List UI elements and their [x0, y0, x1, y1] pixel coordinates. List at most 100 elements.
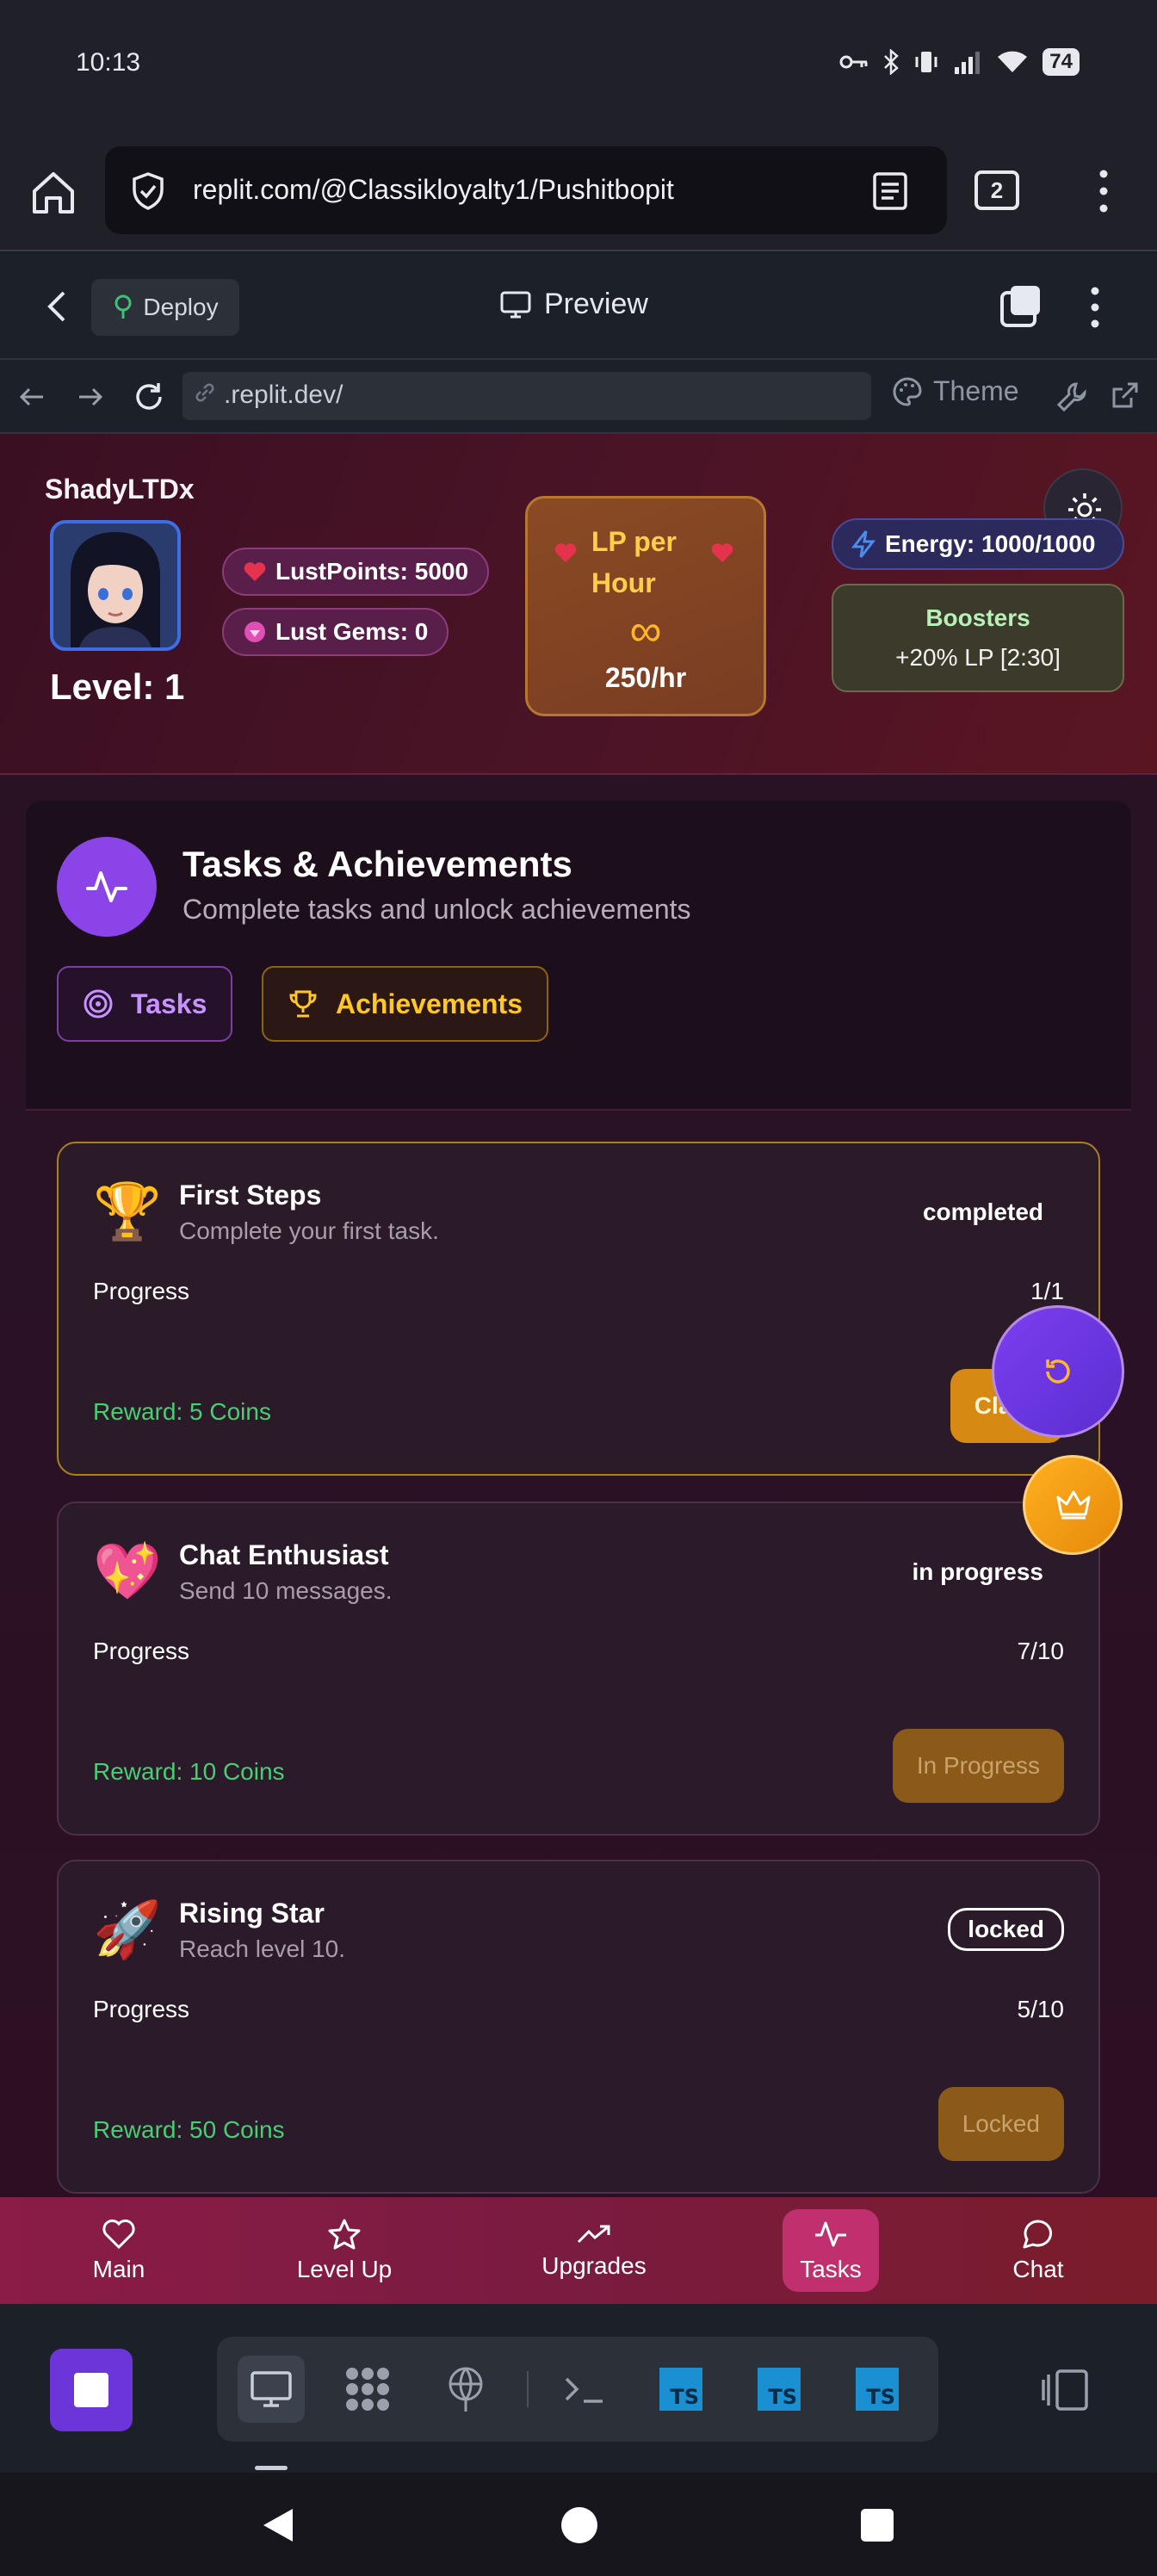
tab-achievements-label: Achievements — [336, 988, 523, 1019]
crown-icon — [1056, 1490, 1091, 1520]
home-icon — [33, 172, 74, 214]
dock-tools: TS TS TS — [217, 2337, 938, 2442]
chat-bubble-icon — [1023, 2220, 1052, 2249]
premium-button[interactable] — [1023, 1455, 1123, 1555]
tab-tasks-label: Tasks — [131, 988, 207, 1019]
lightning-icon — [851, 530, 876, 558]
tasks-panel-header: Tasks & Achievements Complete tasks and … — [26, 801, 1131, 1111]
packages-tool-button[interactable] — [334, 2356, 401, 2423]
panel-toggle-icon[interactable] — [1040, 2368, 1090, 2412]
refresh-icon — [1046, 1359, 1070, 1384]
preview-title: Preview — [499, 288, 648, 321]
lp-infinity: ∞ — [629, 606, 662, 656]
activity-icon — [814, 2221, 846, 2247]
deploy-label: Deploy — [143, 294, 219, 320]
preview-address-input[interactable]: .replit.dev/ — [183, 372, 871, 420]
network-tool-button[interactable] — [432, 2356, 499, 2423]
nav-level-up[interactable]: Level Up — [275, 2197, 413, 2304]
lust-gems-badge: Lust Gems: 0 — [222, 608, 449, 656]
dock-divider — [527, 2371, 529, 2407]
windows-icon[interactable] — [999, 284, 1043, 329]
nav-main[interactable]: Main — [67, 2197, 170, 2304]
task-status: completed — [922, 1198, 1043, 1225]
trending-up-icon — [577, 2225, 610, 2244]
username: ShadyLTDx — [45, 474, 195, 505]
task-reward: Reward: 50 Coins — [93, 2116, 285, 2143]
task-title: Chat Enthusiast — [179, 1539, 389, 1570]
browser-toolbar: replit.com/@Classikloyalty1/Pushitbopit … — [0, 129, 1157, 251]
back-chevron-icon[interactable] — [45, 289, 69, 324]
android-navigation-bar — [0, 2473, 1157, 2576]
avatar-portrait-icon — [53, 523, 177, 647]
lp-per-hour-card: LP per Hour ∞ 250/hr — [525, 496, 766, 716]
typescript-icon: TS — [758, 2368, 801, 2411]
panel-icon-circle — [57, 837, 157, 937]
ts-file-tab[interactable]: TS — [647, 2356, 715, 2423]
trophy-icon: 🏆 — [93, 1180, 162, 1242]
wrench-icon[interactable] — [1055, 381, 1088, 413]
arrow-left-icon[interactable] — [17, 382, 46, 412]
avatar[interactable] — [50, 520, 181, 651]
player-stats-bar: ShadyLTDx Level: 1 LustPoints: 5000 Lust… — [0, 434, 1157, 775]
android-recents-icon[interactable] — [859, 2507, 895, 2543]
status-icons: 74 — [839, 48, 1080, 76]
nav-level-up-label: Level Up — [296, 2256, 393, 2282]
nav-tasks[interactable]: Tasks — [775, 2197, 887, 2304]
home-button[interactable] — [26, 165, 81, 220]
task-reward: Reward: 5 Coins — [93, 1398, 271, 1425]
app-viewport: ShadyLTDx Level: 1 LustPoints: 5000 Lust… — [0, 434, 1157, 2197]
arrow-right-icon[interactable] — [76, 382, 105, 412]
heart-icon — [102, 2219, 135, 2250]
boosters-card[interactable]: Boosters +20% LP [2:30] — [832, 584, 1124, 692]
star-icon — [328, 2219, 361, 2250]
boosters-title: Boosters — [925, 604, 1030, 631]
refresh-button[interactable] — [992, 1305, 1124, 1438]
nav-tasks-pill: Tasks — [783, 2209, 879, 2292]
nav-upgrades[interactable]: Upgrades — [525, 2197, 663, 2304]
stop-button[interactable] — [50, 2349, 133, 2431]
lp-rate: 250/hr — [604, 662, 687, 693]
target-icon — [84, 989, 113, 1019]
bottom-navigation: Main Level Up Upgrades Tasks Chat — [0, 2197, 1157, 2304]
lust-points-value: LustPoints: 5000 — [275, 558, 469, 585]
tab-count-button[interactable]: 2 — [974, 170, 1019, 210]
task-description: Send 10 messages. — [179, 1577, 393, 1604]
lust-points-badge: LustPoints: 5000 — [222, 548, 490, 596]
reload-icon[interactable] — [133, 381, 165, 413]
battery-level: 74 — [1043, 48, 1080, 76]
android-home-icon[interactable] — [560, 2505, 599, 2545]
boosters-detail: +20% LP [2:30] — [895, 644, 1061, 671]
trophy-icon — [289, 990, 317, 1018]
external-link-icon[interactable] — [1109, 381, 1140, 412]
signal-icon — [955, 52, 981, 74]
replit-header: Deploy Preview — [0, 253, 1157, 360]
task-reward: Reward: 10 Coins — [93, 1758, 285, 1785]
ts-file-tab[interactable]: TS — [844, 2356, 911, 2423]
android-back-icon[interactable] — [258, 2505, 298, 2545]
progress-label: Progress — [93, 1996, 190, 2022]
wifi-icon — [998, 51, 1028, 72]
tab-tasks[interactable]: Tasks — [57, 966, 233, 1042]
reader-mode-icon[interactable] — [871, 170, 909, 212]
theme-button[interactable]: Theme — [892, 375, 1019, 407]
deploy-button[interactable]: Deploy — [91, 279, 239, 336]
ts-file-tab[interactable]: TS — [746, 2356, 813, 2423]
task-title: First Steps — [179, 1180, 322, 1211]
heart-icon — [711, 543, 733, 562]
lp-per-hour-title: LP per Hour — [591, 526, 677, 598]
in-progress-button[interactable]: In Progress — [892, 1729, 1064, 1803]
task-card: 💖 Chat Enthusiast Send 10 messages. in p… — [57, 1502, 1100, 1836]
nav-upgrades-label: Upgrades — [541, 2252, 647, 2279]
url-bar[interactable]: replit.com/@Classikloyalty1/Pushitbopit — [105, 146, 947, 234]
monitor-icon — [500, 291, 531, 318]
preview-tool-button[interactable] — [238, 2356, 305, 2423]
more-vertical-icon[interactable] — [1086, 286, 1104, 329]
nav-chat-label: Chat — [1012, 2256, 1064, 2282]
terminal-icon — [565, 2377, 603, 2403]
tab-achievements[interactable]: Achievements — [262, 966, 548, 1042]
nav-chat[interactable]: Chat — [987, 2197, 1090, 2304]
locked-button[interactable]: Locked — [937, 2087, 1064, 2161]
gem-icon — [244, 622, 265, 642]
shell-tool-button[interactable] — [551, 2356, 618, 2423]
browser-menu-icon[interactable] — [1093, 169, 1114, 214]
